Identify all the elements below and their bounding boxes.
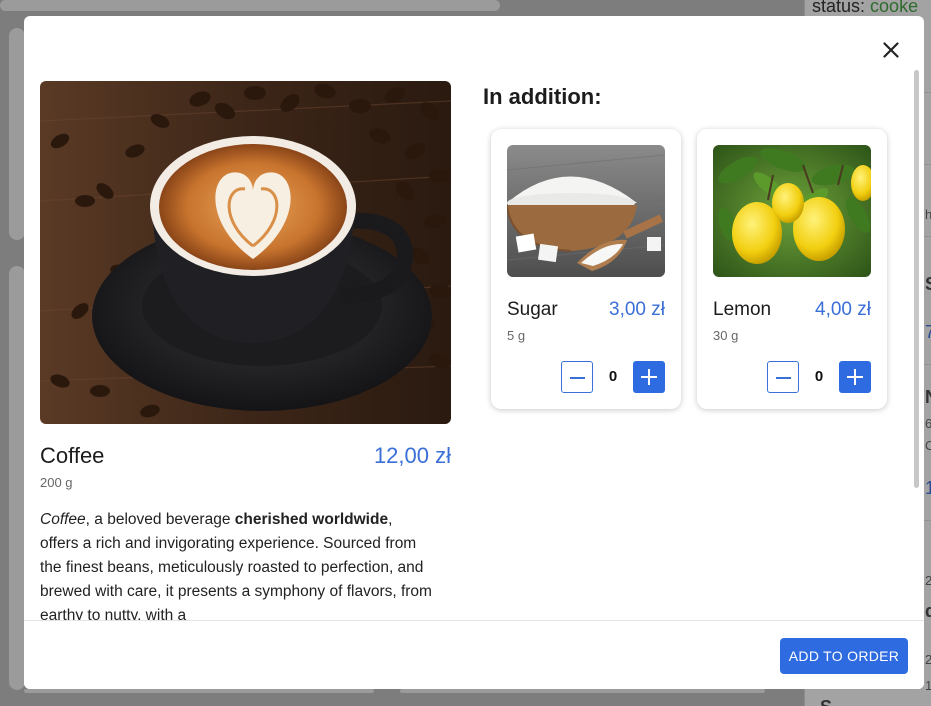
quantity-stepper: 0	[561, 361, 665, 393]
product-weight: 200 g	[40, 475, 73, 490]
product-price: 12,00 zł	[373, 443, 451, 468]
background-card	[24, 689, 374, 693]
background-text: 2	[925, 652, 931, 667]
add-to-order-button[interactable]: ADD TO ORDER	[780, 638, 908, 674]
background-text: S	[820, 697, 832, 706]
quantity-value: 0	[814, 368, 824, 385]
background-card	[9, 28, 25, 240]
description-bold: cherished worldwide	[234, 511, 389, 528]
quantity-value: 0	[608, 368, 618, 385]
description-text: , a beloved beverage	[85, 511, 235, 528]
background-card	[400, 689, 765, 693]
background-text: C	[925, 438, 931, 453]
scrollbar[interactable]	[914, 70, 919, 488]
dialog-content[interactable]: Coffee 12,00 zł 200 g Coffee, a beloved …	[24, 16, 924, 620]
background-text: 6	[925, 416, 931, 431]
addon-name: Sugar	[507, 299, 558, 320]
background-text: d	[925, 601, 931, 621]
increase-button[interactable]	[839, 361, 871, 393]
background-text: 1	[925, 478, 931, 498]
background-text: 7	[925, 322, 931, 342]
background-order-status: status: cooke	[812, 0, 919, 16]
description-italic: Coffee	[40, 511, 86, 528]
quantity-stepper: 0	[767, 361, 871, 393]
background-text: 2	[925, 573, 931, 588]
background-text: 1	[925, 678, 931, 693]
product-dialog: Coffee 12,00 zł 200 g Coffee, a beloved …	[24, 16, 924, 689]
background-card	[9, 266, 25, 690]
decrease-button[interactable]	[561, 361, 593, 393]
addon-weight: 5 g	[507, 328, 526, 343]
product-name: Coffee	[40, 443, 105, 468]
lemon-image	[713, 145, 871, 277]
background-text: N	[925, 387, 931, 408]
background-text: S	[925, 274, 931, 295]
decrease-button[interactable]	[767, 361, 799, 393]
addon-card-lemon: Lemon 4,00 zł 30 g 0	[697, 129, 887, 409]
addon-name: Lemon	[713, 299, 772, 320]
background-text: h	[925, 207, 931, 222]
addon-price: 4,00 zł	[815, 299, 871, 320]
close-icon[interactable]	[879, 38, 903, 62]
addon-price: 3,00 zł	[609, 299, 665, 320]
background-card	[0, 0, 500, 11]
addition-title: In addition:	[483, 84, 602, 109]
coffee-image	[40, 81, 451, 424]
addon-weight: 30 g	[713, 328, 739, 343]
close-button[interactable]	[879, 38, 903, 62]
product-description: Coffee, a beloved beverage cherished wor…	[40, 508, 435, 620]
dialog-footer: ADD TO ORDER	[24, 620, 924, 689]
increase-button[interactable]	[633, 361, 665, 393]
sugar-image	[507, 145, 665, 277]
addon-card-sugar: Sugar 3,00 zł 5 g 0	[491, 129, 681, 409]
